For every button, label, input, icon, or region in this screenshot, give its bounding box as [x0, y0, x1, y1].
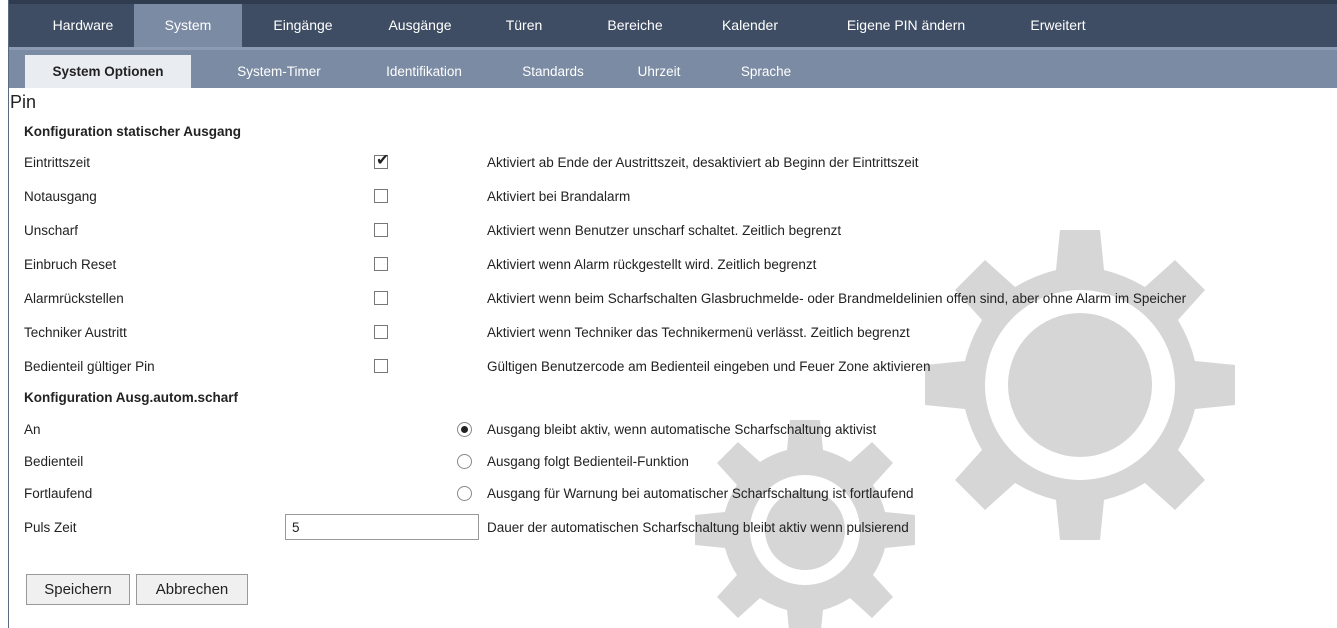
option-description: Aktiviert wenn beim Scharfschalten Glasb…: [487, 291, 1187, 306]
radio-label: Bedienteil: [24, 454, 84, 469]
save-button[interactable]: Speichern: [26, 574, 130, 605]
option-label: Notausgang: [24, 189, 97, 204]
option-description: Aktiviert wenn Techniker das Technikerme…: [487, 325, 910, 340]
cancel-button[interactable]: Abbrechen: [136, 574, 248, 605]
subtab-uhrzeit[interactable]: Uhrzeit: [619, 55, 699, 88]
tab-kalender[interactable]: Kalender: [707, 4, 793, 47]
option-checkbox[interactable]: [374, 325, 388, 339]
radio-button[interactable]: [457, 454, 472, 469]
page-title: Pin: [10, 92, 37, 112]
option-description: Aktiviert wenn Benutzer unscharf schalte…: [487, 223, 842, 238]
tab-erweitert[interactable]: Erweitert: [1013, 4, 1103, 47]
option-row: Unscharf Aktiviert wenn Benutzer unscharf…: [0, 219, 1337, 245]
radio-selected-dot-icon: [461, 426, 468, 433]
option-label: Bedienteil gültiger Pin: [24, 359, 155, 374]
option-row: Einbruch Reset Aktiviert wenn Alarm rückg…: [0, 253, 1337, 279]
option-label: Unscharf: [24, 223, 79, 238]
tab-eingaenge[interactable]: Eingänge: [257, 4, 349, 47]
option-description: Aktiviert wenn Alarm rückgestellt wird. …: [487, 257, 817, 272]
option-checkbox[interactable]: [374, 291, 388, 305]
subtab-system-timer[interactable]: System-Timer: [209, 55, 349, 88]
subtab-sprache[interactable]: Sprache: [723, 55, 809, 88]
tab-ausgaenge[interactable]: Ausgänge: [371, 4, 469, 47]
option-row: Techniker Austritt Aktiviert wenn Technik…: [0, 321, 1337, 347]
subtab-identifikation[interactable]: Identifikation: [363, 55, 485, 88]
radio-label: An: [24, 422, 41, 437]
tab-eigene-pin-aendern[interactable]: Eigene PIN ändern: [831, 4, 981, 47]
option-checkbox[interactable]: [374, 223, 388, 237]
option-label: Einbruch Reset: [24, 257, 117, 272]
tab-tueren[interactable]: Türen: [489, 4, 559, 47]
option-checkbox[interactable]: [374, 257, 388, 271]
radio-row: An Ausgang bleibt aktiv, wenn automatisch…: [0, 418, 1337, 444]
sub-navigation: System Optionen System-Timer Identifikat…: [9, 47, 1337, 88]
option-row: Bedienteil gültiger Pin Gültigen Benutzer…: [0, 355, 1337, 381]
radio-label: Fortlaufend: [24, 486, 93, 501]
radio-row: Fortlaufend Ausgang für Warnung bei autom…: [0, 482, 1337, 508]
section-title-statischer-ausgang: Konfiguration statischer Ausgang: [24, 124, 242, 139]
option-description: Aktiviert bei Brandalarm: [487, 189, 631, 204]
option-label: Alarmrückstellen: [24, 291, 124, 306]
option-checkbox[interactable]: [374, 189, 388, 203]
option-row: Alarmrückstellen Aktiviert wenn beim Scha…: [0, 287, 1337, 313]
puls-zeit-row: Puls Zeit Dauer der automatischen Scharf…: [0, 514, 1337, 542]
puls-zeit-input[interactable]: [285, 514, 479, 540]
radio-button[interactable]: [457, 486, 472, 501]
option-description: Gültigen Benutzercode am Bedienteil eing…: [487, 359, 931, 374]
radio-description: Ausgang bleibt aktiv, wenn automatische …: [487, 422, 877, 437]
radio-row: Bedienteil Ausgang folgt Bedienteil-Funkt…: [0, 450, 1337, 476]
option-label: Eintrittszeit: [24, 155, 91, 170]
option-row: Eintrittszeit ✔ Aktiviert ab Ende der Aust…: [0, 151, 1337, 177]
tab-hardware[interactable]: Hardware: [36, 4, 130, 47]
option-label: Techniker Austritt: [24, 325, 127, 340]
tab-system[interactable]: System: [134, 4, 242, 47]
option-checkbox[interactable]: [374, 359, 388, 373]
section-title-ausg-autom-scharf: Konfiguration Ausg.autom.scharf: [24, 390, 239, 405]
checkmark-icon: ✔: [376, 152, 390, 169]
subtab-system-optionen[interactable]: System Optionen: [25, 55, 191, 88]
radio-button[interactable]: [457, 422, 472, 437]
tab-bereiche[interactable]: Bereiche: [594, 4, 676, 47]
option-row: Notausgang Aktiviert bei Brandalarm: [0, 185, 1337, 211]
radio-description: Ausgang für Warnung bei automatischer Sc…: [487, 486, 914, 501]
puls-zeit-label: Puls Zeit: [24, 520, 77, 535]
radio-description: Ausgang folgt Bedienteil-Funktion: [487, 454, 689, 469]
option-checkbox[interactable]: ✔: [374, 152, 390, 169]
subtab-standards[interactable]: Standards: [505, 55, 601, 88]
puls-zeit-description: Dauer der automatischen Scharfschaltung …: [487, 520, 909, 535]
option-description: Aktiviert ab Ende der Austrittszeit, des…: [487, 155, 919, 170]
main-navigation: Hardware System Eingänge Ausgänge Türen …: [9, 0, 1337, 47]
